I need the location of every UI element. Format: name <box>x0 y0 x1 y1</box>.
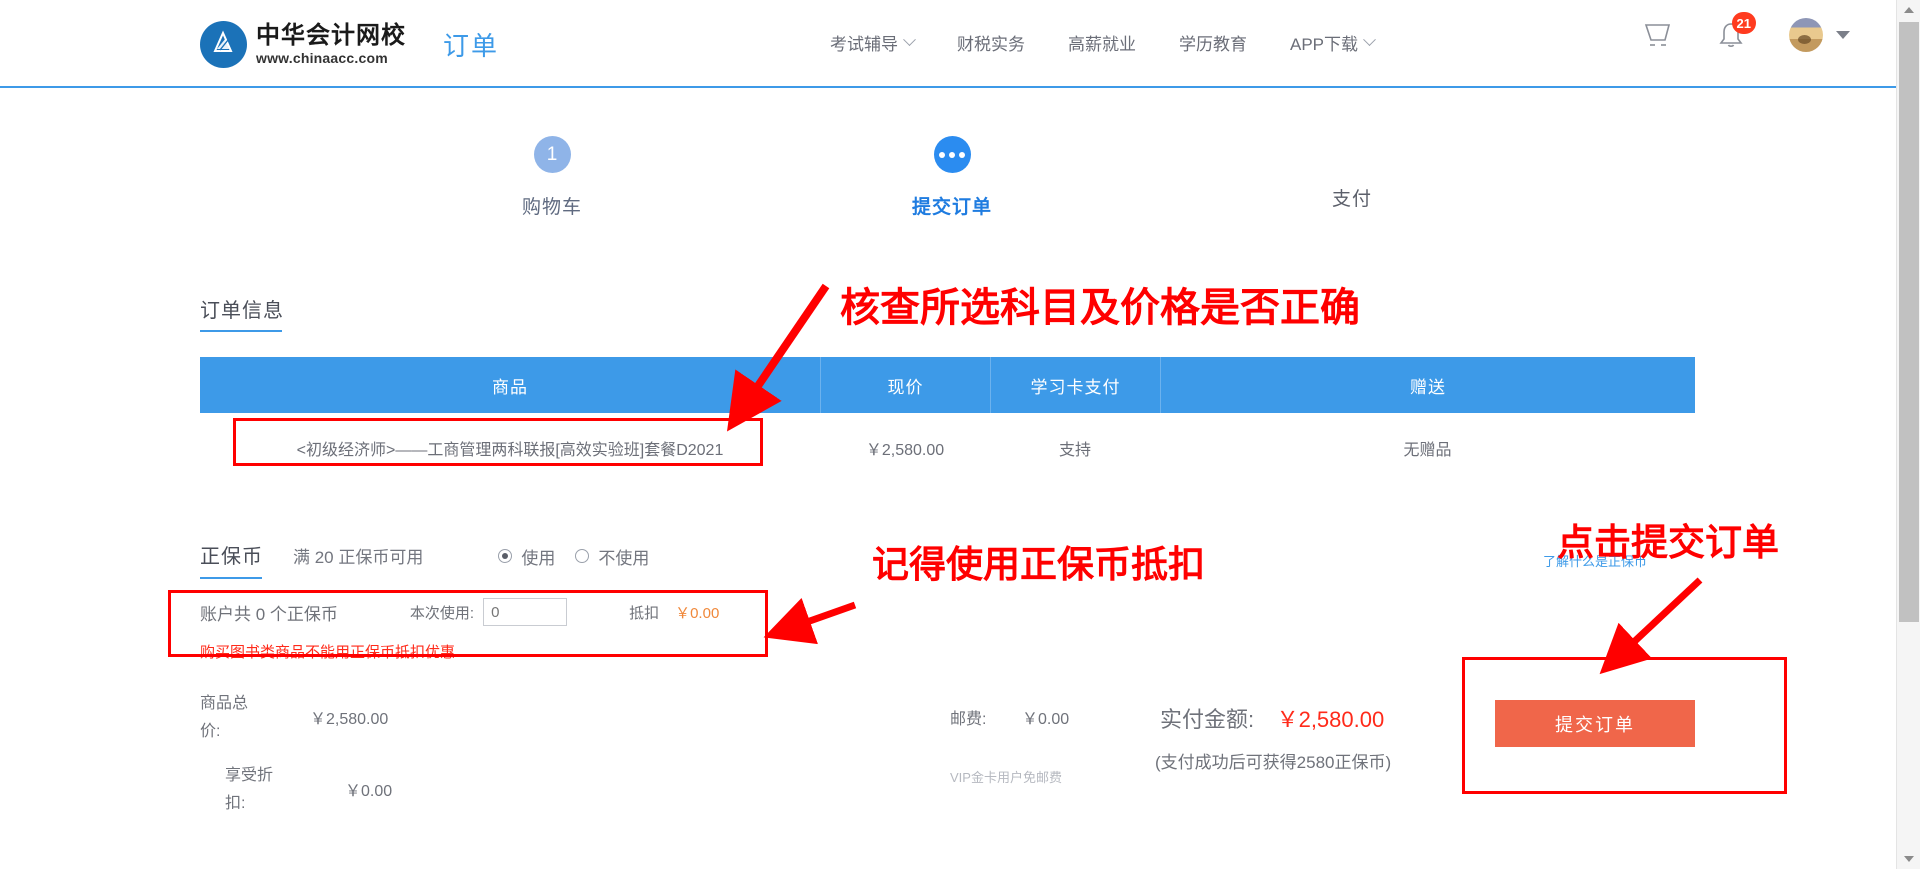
coin-usage-radio-group: 使用 不使用 <box>498 544 669 569</box>
chevron-down-icon <box>903 33 916 47</box>
avatar[interactable] <box>1789 18 1850 52</box>
annotation-text-check-subject: 核查所选科目及价格是否正确 <box>840 286 1360 330</box>
discount-value: ￥0.00 <box>345 783 393 800</box>
cell-gift: 无赠品 <box>1403 442 1452 459</box>
radio-use-coin[interactable]: 使用 <box>498 544 555 569</box>
scroll-down-arrow-icon[interactable] <box>1904 856 1914 862</box>
coin-rule-text: 满 20 正保币可用 <box>293 548 424 567</box>
logo-website-url: www.chinaacc.com <box>256 50 388 66</box>
step-marker: 1 <box>533 136 571 173</box>
checkout-steps: 1 购物车 提交订单 支付 <box>0 136 1896 236</box>
radio-not-use-coin[interactable]: 不使用 <box>575 544 649 569</box>
page-title: 订单 <box>443 31 500 61</box>
nav-item-exam-tutoring[interactable]: 考试辅导 <box>830 30 916 55</box>
nav-label: 学历教育 <box>1179 35 1247 54</box>
cell-card-pay: 支持 <box>1058 442 1091 459</box>
nav-item-tax-practice[interactable]: 财税实务 <box>957 30 1025 55</box>
shopping-cart-icon[interactable] <box>1643 22 1673 49</box>
column-header-gift: 赠送 <box>1160 357 1695 413</box>
step-label: 支付 <box>1331 189 1372 210</box>
coin-section-title: 正保币 <box>200 546 263 568</box>
nav-item-app-download[interactable]: APP下载 <box>1290 30 1376 55</box>
column-header-price: 现价 <box>820 357 990 413</box>
annotation-text-use-coin: 记得使用正保币抵扣 <box>872 544 1205 585</box>
annotation-box-coin <box>168 590 768 657</box>
order-page: 中华会计网校 www.chinaacc.com 订单 考试辅导 财税实务 高薪就… <box>0 0 1920 869</box>
step-marker <box>933 136 971 173</box>
payable-label: 实付金额: <box>1160 707 1255 732</box>
page-viewport: 中华会计网校 www.chinaacc.com 订单 考试辅导 财税实务 高薪就… <box>0 0 1896 869</box>
payable-amount: 实付金额: ￥2,580.00 <box>1160 702 1384 734</box>
nav-label: 考试辅导 <box>830 35 898 54</box>
step-pay[interactable]: 支付 <box>1252 184 1452 211</box>
cell-price: ￥2,580.00 <box>865 442 945 459</box>
goods-total-label: 商品总价: <box>200 695 249 740</box>
site-header: 中华会计网校 www.chinaacc.com 订单 考试辅导 财税实务 高薪就… <box>0 0 1896 88</box>
scroll-up-arrow-icon[interactable] <box>1904 7 1914 13</box>
shipping-note: VIP金卡用户免邮费 <box>950 770 1062 785</box>
page-scrollbar[interactable] <box>1896 0 1920 869</box>
order-info-underline <box>200 330 282 332</box>
step-cart[interactable]: 1 购物车 <box>452 136 652 219</box>
shipping-value: ￥0.00 <box>1022 711 1070 728</box>
dots-icon <box>939 151 965 158</box>
bell-icon[interactable]: 21 <box>1717 12 1756 49</box>
logo-chinese-name: 中华会计网校 <box>256 22 406 49</box>
column-header-product: 商品 <box>492 377 528 397</box>
payable-note: (支付成功后可获得2580正保币) <box>1155 753 1392 772</box>
chevron-down-icon <box>1363 33 1376 47</box>
shipping-label: 邮费: <box>950 711 987 728</box>
nav-label: 高薪就业 <box>1068 35 1136 54</box>
nav-label: APP下载 <box>1290 35 1359 54</box>
radio-dot-icon <box>575 549 590 563</box>
chevron-down-icon <box>1836 31 1850 39</box>
annotation-box-product <box>233 418 763 466</box>
avatar-image <box>1789 18 1823 52</box>
goods-total-value: ￥2,580.00 <box>310 711 389 728</box>
step-number: 1 <box>546 143 558 165</box>
scrollbar-thumb[interactable] <box>1899 22 1919 622</box>
logo-mark-icon <box>200 21 247 68</box>
radio-label: 使用 <box>521 548 556 568</box>
radio-dot-selected-icon <box>498 549 513 563</box>
step-submit-order[interactable]: 提交订单 <box>852 136 1052 219</box>
main-nav: 考试辅导 财税实务 高薪就业 学历教育 APP下载 <box>830 30 1376 55</box>
nav-item-degree-education[interactable]: 学历教育 <box>1179 30 1247 55</box>
step-label: 购物车 <box>521 197 582 218</box>
step-label: 提交订单 <box>911 197 992 218</box>
discount-label: 享受折扣: <box>225 767 274 812</box>
radio-label: 不使用 <box>598 548 650 568</box>
header-icons: 21 <box>1599 12 1850 52</box>
order-info-title: 订单信息 <box>200 300 284 322</box>
payable-value: ￥2,580.00 <box>1276 707 1385 732</box>
nav-label: 财税实务 <box>957 35 1025 54</box>
column-header-card-pay: 学习卡支付 <box>990 357 1160 413</box>
coin-section-underline <box>200 577 262 579</box>
site-logo[interactable]: 中华会计网校 www.chinaacc.com <box>200 21 406 68</box>
annotation-text-click-submit: 点击提交订单 <box>1557 522 1779 563</box>
coin-section-header: 正保币 满 20 正保币可用 使用 不使用 <box>200 540 669 569</box>
annotation-box-submit <box>1462 657 1787 794</box>
nav-item-high-salary-jobs[interactable]: 高薪就业 <box>1068 30 1136 55</box>
table-header-row: 商品 现价 学习卡支付 赠送 <box>200 357 1695 413</box>
notification-badge: 21 <box>1731 12 1756 34</box>
